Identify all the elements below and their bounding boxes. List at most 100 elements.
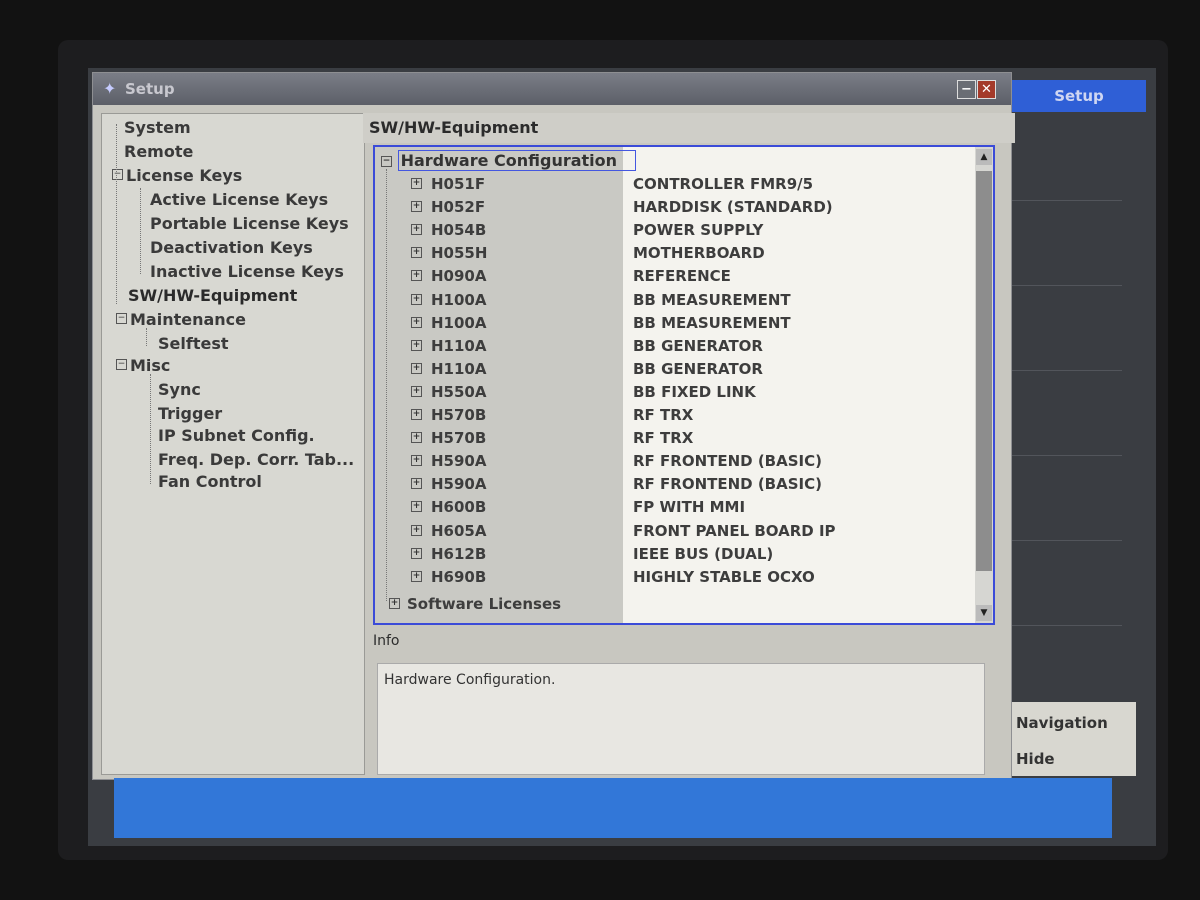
expand-icon[interactable]: + [411, 270, 422, 281]
hardware-code: H110A [431, 360, 487, 378]
tree-node-hardware-item[interactable]: + H090A REFERENCE [375, 267, 965, 289]
minimize-button[interactable]: − [957, 80, 976, 99]
expand-icon[interactable]: + [411, 501, 422, 512]
expand-icon[interactable]: + [411, 432, 422, 443]
window-title: Setup [125, 80, 175, 98]
tree-node-hardware-item[interactable]: + H612B IEEE BUS (DUAL) [375, 545, 965, 567]
expand-icon[interactable]: + [411, 224, 422, 235]
expand-icon[interactable]: + [411, 317, 422, 328]
scroll-up-icon[interactable]: ▲ [976, 149, 992, 165]
nav-item-maintenance[interactable]: − Maintenance [116, 310, 246, 329]
expand-icon[interactable]: + [411, 525, 422, 536]
softkey-empty-2[interactable] [1012, 285, 1122, 286]
tree-connector-line [146, 328, 147, 346]
vertical-scrollbar[interactable]: ▲ ▼ [975, 147, 993, 623]
tree-node-hardware-item[interactable]: + H110A BB GENERATOR [375, 337, 965, 359]
nav-item-fan-control[interactable]: Fan Control [158, 472, 262, 491]
softkey-empty-6[interactable] [1012, 625, 1122, 626]
collapse-icon[interactable]: − [381, 156, 392, 167]
hardware-code: H055H [431, 244, 488, 262]
expand-icon[interactable]: + [411, 571, 422, 582]
nav-item-active-license-keys[interactable]: Active License Keys [150, 190, 328, 209]
softkey-empty-4[interactable] [1012, 455, 1122, 456]
hardware-code: H690B [431, 568, 487, 586]
nav-item-license-keys[interactable]: − License Keys [112, 166, 242, 185]
tree-node-hardware-item[interactable]: + H550A BB FIXED LINK [375, 383, 965, 405]
collapse-icon[interactable]: − [112, 169, 123, 180]
hardware-description: CONTROLLER FMR9/5 [633, 175, 814, 193]
nav-item-label: Trigger [158, 404, 223, 423]
expand-icon[interactable]: + [411, 340, 422, 351]
nav-item-label: IP Subnet Config. [158, 426, 315, 445]
softkey-navigation[interactable]: Navigation [1016, 714, 1108, 732]
expand-icon[interactable]: + [411, 409, 422, 420]
nav-item-deactivation-keys[interactable]: Deactivation Keys [150, 238, 313, 257]
nav-item-sw-hw-equipment[interactable]: SW/HW-Equipment [128, 286, 297, 305]
nav-item-system[interactable]: System [124, 118, 191, 137]
tree-node-hardware-item[interactable]: + H054B POWER SUPPLY [375, 221, 965, 243]
tree-root-hardware-configuration[interactable]: − Hardware Configuration [381, 150, 637, 171]
tree-node-hardware-item[interactable]: + H570B RF TRX [375, 406, 965, 428]
expand-icon[interactable]: + [411, 478, 422, 489]
tree-node-hardware-item[interactable]: + H100A BB MEASUREMENT [375, 291, 965, 313]
tree-node-hardware-item[interactable]: + H590A RF FRONTEND (BASIC) [375, 452, 965, 474]
nav-item-inactive-license-keys[interactable]: Inactive License Keys [150, 262, 344, 281]
hardware-description: HARDDISK (STANDARD) [633, 198, 833, 216]
tree-node-hardware-item[interactable]: + H055H MOTHERBOARD [375, 244, 965, 266]
app-icon: ✦ [103, 79, 117, 98]
tree-node-hardware-item[interactable]: + H690B HIGHLY STABLE OCXO [375, 568, 965, 590]
collapse-icon[interactable]: − [116, 359, 127, 370]
softkey-empty-5[interactable] [1012, 540, 1122, 541]
tree-node-hardware-item[interactable]: + H600B FP WITH MMI [375, 498, 965, 520]
nav-item-selftest[interactable]: Selftest [158, 334, 229, 353]
expand-icon[interactable]: + [411, 178, 422, 189]
expand-icon[interactable]: + [411, 386, 422, 397]
tree-node-software-licenses[interactable]: + Software Licenses [375, 595, 965, 617]
expand-icon[interactable]: + [411, 247, 422, 258]
nav-item-trigger[interactable]: Trigger [158, 404, 222, 423]
softkey-setup[interactable]: Setup [1012, 80, 1146, 112]
nav-item-portable-license-keys[interactable]: Portable License Keys [150, 214, 349, 233]
nav-item-ip-subnet-config[interactable]: IP Subnet Config. [158, 426, 315, 445]
info-box: Hardware Configuration. [377, 663, 985, 775]
section-title: SW/HW-Equipment [363, 113, 1015, 143]
scroll-thumb[interactable] [976, 171, 992, 571]
softkey-empty-1[interactable] [1012, 200, 1122, 201]
tree-node-hardware-item[interactable]: + H052F HARDDISK (STANDARD) [375, 198, 965, 220]
close-button[interactable]: ✕ [977, 80, 996, 99]
tree-connector-line [150, 374, 151, 484]
nav-item-label: Selftest [158, 334, 229, 353]
scroll-down-icon[interactable]: ▼ [976, 605, 992, 621]
softkey-hide[interactable]: Hide [1016, 750, 1055, 768]
tree-node-hardware-item[interactable]: + H110A BB GENERATOR [375, 360, 965, 382]
hardware-code: H100A [431, 291, 487, 309]
softkey-empty-3[interactable] [1012, 370, 1122, 371]
nav-item-freq-dep-corr-tab[interactable]: Freq. Dep. Corr. Tab... [158, 450, 354, 469]
expand-icon[interactable]: + [411, 363, 422, 374]
status-bar [114, 778, 1112, 838]
hardware-tree-panel: − Hardware Configuration + H051F CONTROLLE… [373, 145, 995, 625]
expand-icon[interactable]: + [411, 455, 422, 466]
hardware-description: BB GENERATOR [633, 337, 763, 355]
expand-icon[interactable]: + [411, 201, 422, 212]
nav-item-label: Freq. Dep. Corr. Tab... [158, 450, 355, 469]
nav-item-label: Inactive License Keys [150, 262, 344, 281]
hardware-code: H570B [431, 429, 487, 447]
expand-icon[interactable]: + [411, 294, 422, 305]
tree-node-hardware-item[interactable]: + H605A FRONT PANEL BOARD IP [375, 522, 965, 544]
nav-item-sync[interactable]: Sync [158, 380, 201, 399]
hardware-code: H051F [431, 175, 486, 193]
tree-node-hardware-item[interactable]: + H100A BB MEASUREMENT [375, 314, 965, 336]
hardware-code: H110A [431, 337, 487, 355]
nav-item-misc[interactable]: − Misc [116, 356, 170, 375]
collapse-icon[interactable]: − [116, 313, 127, 324]
hardware-description: RF TRX [633, 429, 694, 447]
hardware-code: H570B [431, 406, 487, 424]
expand-icon[interactable]: + [389, 598, 400, 609]
nav-item-remote[interactable]: Remote [124, 142, 193, 161]
tree-node-hardware-item[interactable]: + H051F CONTROLLER FMR9/5 [375, 175, 965, 197]
tree-node-hardware-item[interactable]: + H570B RF TRX [375, 429, 965, 451]
hardware-description: BB FIXED LINK [633, 383, 756, 401]
tree-node-hardware-item[interactable]: + H590A RF FRONTEND (BASIC) [375, 475, 965, 497]
expand-icon[interactable]: + [411, 548, 422, 559]
